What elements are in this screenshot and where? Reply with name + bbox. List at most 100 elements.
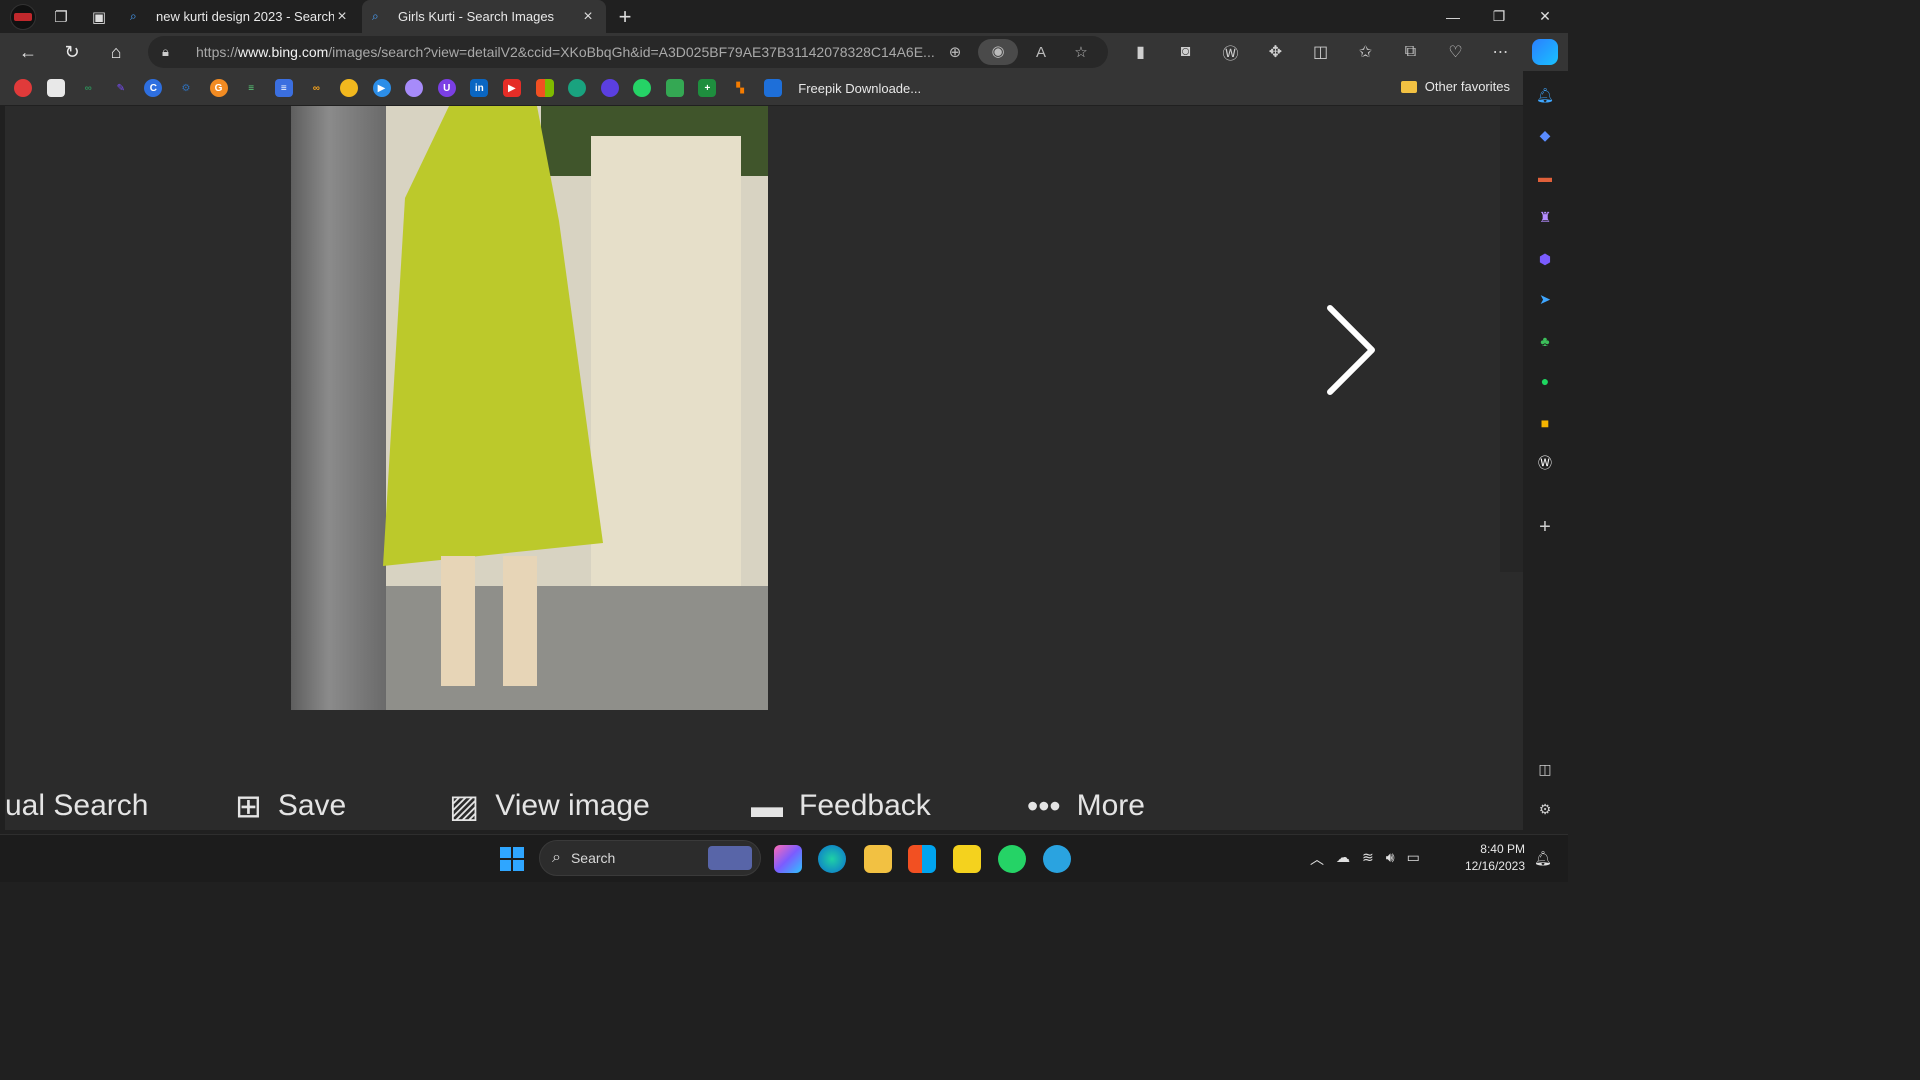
more-button[interactable]: ••• More — [1027, 788, 1145, 825]
extensions-puzzle-icon[interactable]: ✥ — [1253, 42, 1298, 62]
favorite-icon[interactable]: ∞ — [307, 79, 325, 97]
restore-icon[interactable]: ❐ — [1476, 0, 1522, 33]
media-player-icon[interactable] — [953, 845, 981, 873]
notifications-icon[interactable]: 🔔︎ — [1535, 85, 1555, 105]
minimize-icon[interactable]: — — [1430, 0, 1476, 33]
wordpress-extension-icon[interactable]: Ⓦ — [1208, 40, 1253, 64]
copilot-icon[interactable] — [1532, 39, 1558, 65]
hide-sidebar-icon[interactable]: ◫ — [1535, 759, 1555, 779]
settings-more-icon[interactable]: ⋯ — [1478, 42, 1523, 62]
favorite-icon[interactable]: ≡ — [242, 79, 260, 97]
favorite-icon[interactable] — [665, 79, 684, 97]
tree-icon[interactable]: ♣ — [1535, 331, 1555, 351]
screenshot-icon[interactable]: ◙ — [1163, 43, 1208, 61]
volume-icon[interactable]: 🔊︎ — [1386, 849, 1395, 869]
vertical-tabs-icon[interactable]: ▣ — [84, 2, 114, 32]
home-icon[interactable]: ⌂ — [94, 34, 138, 70]
window-controls: — ❐ ✕ — [1430, 0, 1568, 33]
lock-icon[interactable]: 🔒︎ — [162, 44, 178, 60]
file-explorer-icon[interactable] — [864, 845, 892, 873]
favorite-icon[interactable] — [600, 79, 619, 97]
workspaces-icon[interactable]: ❐ — [46, 2, 76, 32]
address-bar[interactable]: 🔒︎ https://www.bing.com/images/search?vi… — [148, 36, 1108, 68]
feedback-label: Feedback — [799, 789, 931, 822]
keep-icon[interactable]: ■ — [1535, 413, 1555, 433]
taskbar-search[interactable]: ⌕ Search — [539, 840, 761, 876]
favorite-icon[interactable]: ⚙ — [177, 79, 195, 97]
other-favorites[interactable]: Other favorites — [1400, 79, 1510, 94]
favorite-icon[interactable]: ▶ — [372, 79, 391, 97]
copilot-taskbar-icon[interactable] — [774, 845, 802, 873]
sidebar-scroll-track[interactable] — [1500, 106, 1523, 572]
favorite-icon[interactable] — [14, 79, 32, 97]
favorite-icon[interactable]: G — [209, 79, 228, 97]
profile-button[interactable] — [8, 2, 38, 32]
visual-search-button[interactable]: ual Search — [5, 789, 148, 823]
chevron-up-icon[interactable]: ︿ — [1310, 849, 1324, 869]
kurti-image[interactable] — [291, 106, 768, 710]
sidebar-settings-icon[interactable]: ⚙ — [1535, 799, 1555, 819]
shopping-tag-icon[interactable]: ◆ — [1535, 125, 1555, 145]
games-icon[interactable]: ♜ — [1535, 207, 1555, 227]
favorite-icon[interactable]: ∞ — [79, 79, 97, 97]
feedback-button[interactable]: ▬ Feedback — [751, 788, 931, 825]
next-image-arrow-icon[interactable] — [1320, 302, 1380, 398]
microsoft-store-icon[interactable] — [908, 845, 936, 873]
zoom-icon[interactable]: ⊕ — [938, 43, 972, 61]
favorite-icon[interactable] — [339, 79, 358, 97]
onedrive-icon[interactable]: ☁ — [1336, 849, 1350, 869]
browser-essentials-icon[interactable]: ♡ — [1433, 42, 1478, 62]
telegram-icon[interactable] — [1043, 845, 1071, 873]
tab-girls-kurti[interactable]: ⌕ Girls Kurti - Search Images × — [362, 0, 606, 33]
image-detail-viewer — [5, 106, 1523, 830]
freepik-icon[interactable] — [763, 79, 782, 97]
save-button[interactable]: ⊞ Save — [235, 787, 346, 825]
whatsapp-taskbar-icon[interactable] — [998, 845, 1026, 873]
whatsapp-icon[interactable] — [633, 79, 652, 97]
notification-bell-icon[interactable]: 🔔︎ — [1534, 850, 1552, 867]
favorite-freepik-downloader[interactable]: Freepik Downloade... — [798, 81, 921, 96]
back-icon[interactable]: ← — [6, 34, 50, 70]
wifi-icon[interactable]: ≋ — [1362, 849, 1374, 869]
refresh-icon[interactable]: ↻ — [50, 34, 94, 70]
url-text[interactable]: https://www.bing.com/images/search?view=… — [196, 44, 936, 60]
close-tab-icon[interactable]: × — [334, 8, 350, 26]
favorite-icon[interactable]: C — [144, 79, 163, 97]
office-icon[interactable]: ⬢ — [1535, 249, 1555, 269]
extension-icon[interactable]: ▮ — [1118, 42, 1163, 62]
edge-taskbar-icon[interactable] — [818, 845, 846, 873]
favorite-icon[interactable] — [405, 79, 424, 97]
favorite-icon[interactable]: ≡ — [274, 79, 293, 97]
youtube-icon[interactable]: ▶ — [502, 79, 521, 97]
favorite-icon[interactable]: ▚ — [731, 79, 749, 97]
tools-icon[interactable]: ▬ — [1535, 167, 1555, 187]
favorite-star-icon[interactable]: ☆ — [1064, 43, 1098, 61]
chatgpt-icon[interactable] — [568, 79, 587, 97]
favorites-icon[interactable]: ✩ — [1343, 42, 1388, 62]
tracking-prevention-icon[interactable]: ◉ — [978, 39, 1018, 65]
spotify-icon[interactable]: ● — [1535, 371, 1555, 391]
windows-start-icon[interactable] — [500, 847, 524, 871]
close-tab-icon[interactable]: × — [580, 8, 596, 26]
favorite-icon[interactable]: ✎ — [112, 79, 130, 97]
add-sidebar-app-icon[interactable]: + — [1535, 516, 1555, 538]
send-icon[interactable]: ➤ — [1535, 289, 1555, 309]
linkedin-icon[interactable]: in — [470, 79, 489, 97]
new-tab-button[interactable]: + — [610, 4, 640, 30]
tab-new-kurti-design[interactable]: ⌕ new kurti design 2023 - Search × — [120, 0, 360, 33]
split-screen-icon[interactable]: ◫ — [1298, 42, 1343, 62]
image-actions-bar: ual Search ⊞ Save ▨ View image ▬ Feedbac… — [5, 780, 1505, 832]
clock[interactable]: 8:40 PM 12/16/2023 — [1455, 841, 1525, 875]
favorite-icon[interactable] — [46, 79, 65, 97]
favorite-icon[interactable]: U — [437, 79, 456, 97]
battery-icon[interactable]: ▭ — [1407, 849, 1420, 869]
collections-icon[interactable]: ⧉ — [1388, 43, 1433, 61]
wordpress-icon[interactable]: Ⓦ — [1535, 453, 1555, 473]
photo-background-wall — [591, 136, 741, 596]
google-sheets-icon[interactable]: + — [698, 79, 717, 97]
view-image-button[interactable]: ▨ View image — [449, 787, 650, 825]
photo-leg — [441, 556, 475, 686]
close-window-icon[interactable]: ✕ — [1522, 0, 1568, 33]
read-aloud-icon[interactable]: A — [1024, 44, 1058, 61]
microsoft-icon[interactable] — [535, 79, 554, 97]
